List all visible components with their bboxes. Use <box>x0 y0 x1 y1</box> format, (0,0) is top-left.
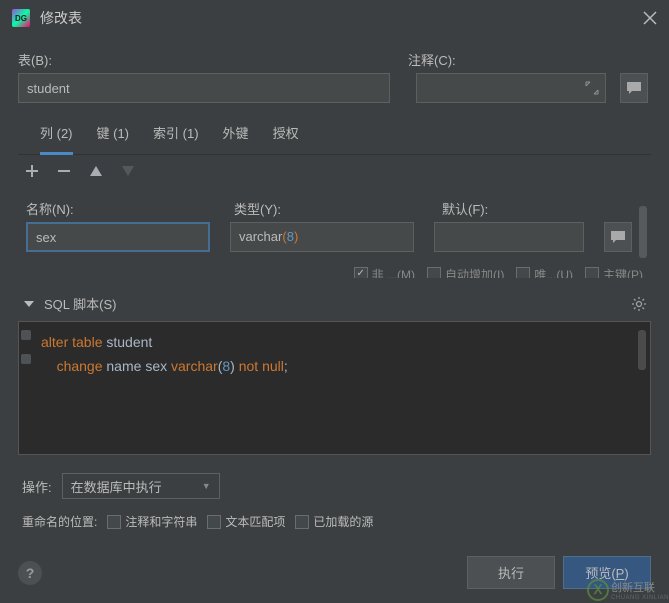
operation-label: 操作: <box>22 477 52 496</box>
speech-icon <box>610 230 626 244</box>
help-button[interactable]: ? <box>18 561 42 585</box>
window-title: 修改表 <box>40 8 643 28</box>
execute-button[interactable]: 执行 <box>467 556 555 589</box>
column-type-input[interactable]: varchar(8) <box>230 222 414 252</box>
footer: ? 执行 预览(P) <box>0 542 669 603</box>
tab-indexes[interactable]: 索引 (1) <box>153 123 199 154</box>
remove-icon[interactable] <box>56 163 72 179</box>
column-name-input[interactable] <box>26 222 210 252</box>
sql-gutter <box>19 330 33 378</box>
sql-section-header[interactable]: SQL 脚本(S) <box>18 278 651 321</box>
speech-icon <box>626 81 642 95</box>
app-icon: DG <box>12 9 30 27</box>
column-default-input[interactable] <box>434 222 584 252</box>
sql-code: alter table student change name sex varc… <box>25 330 644 378</box>
sql-scrollbar[interactable] <box>638 330 646 370</box>
expand-icon[interactable] <box>585 81 599 95</box>
table-name-input[interactable] <box>18 73 390 103</box>
tab-columns[interactable]: 列 (2) <box>40 123 73 155</box>
table-label: 表(B): <box>18 50 408 69</box>
primary-key-checkbox[interactable]: 主键(P) <box>585 270 643 278</box>
sql-section-title: SQL 脚本(S) <box>44 294 631 313</box>
comment-detail-button[interactable] <box>620 73 648 103</box>
unique-checkbox[interactable]: 唯...(U) <box>516 270 573 278</box>
tab-foreign-keys[interactable]: 外键 <box>223 123 249 154</box>
tab-keys[interactable]: 键 (1) <box>97 123 130 154</box>
chevron-down-icon <box>22 297 36 311</box>
column-flags-row: 非 ...(M) 自动增加(I) 唯...(U) 主键(P) <box>18 252 651 278</box>
rename-position-label: 重命名的位置: <box>22 513 97 530</box>
name-header: 名称(N): <box>26 199 234 218</box>
watermark-icon: Ⅹ <box>587 579 609 601</box>
scrollbar[interactable] <box>639 206 647 258</box>
loaded-source-checkbox[interactable]: 已加载的源 <box>295 513 373 530</box>
comment-charset-checkbox[interactable]: 注释和字符串 <box>107 513 197 530</box>
auto-increment-checkbox[interactable]: 自动增加(I) <box>427 270 504 278</box>
header-labels: 表(B): 注释(C): <box>18 50 651 69</box>
add-icon[interactable] <box>24 163 40 179</box>
tabs: 列 (2) 键 (1) 索引 (1) 外键 授权 <box>18 123 651 155</box>
column-toolbar <box>18 155 651 187</box>
text-match-checkbox[interactable]: 文本匹配项 <box>207 513 285 530</box>
tab-grants[interactable]: 授权 <box>273 123 299 154</box>
default-detail-button[interactable] <box>604 222 632 252</box>
sql-editor[interactable]: alter table student change name sex varc… <box>18 321 651 455</box>
default-header: 默认(F): <box>442 199 643 218</box>
chevron-down-icon: ▼ <box>202 481 211 491</box>
column-headers: 名称(N): 类型(Y): 默认(F): <box>18 187 651 222</box>
not-null-checkbox[interactable]: 非 ...(M) <box>354 270 415 278</box>
up-icon[interactable] <box>88 163 104 179</box>
type-header: 类型(Y): <box>234 199 442 218</box>
gear-icon[interactable] <box>631 296 647 312</box>
title-bar: DG 修改表 <box>0 0 669 36</box>
close-icon[interactable] <box>643 11 657 25</box>
comment-input[interactable] <box>416 73 606 103</box>
watermark: Ⅹ 创新互联 CHUANG XINLIAN <box>587 579 669 601</box>
comment-label: 注释(C): <box>408 50 651 69</box>
down-icon[interactable] <box>120 163 136 179</box>
operation-dropdown[interactable]: 在数据库中执行 ▼ <box>62 473 220 499</box>
